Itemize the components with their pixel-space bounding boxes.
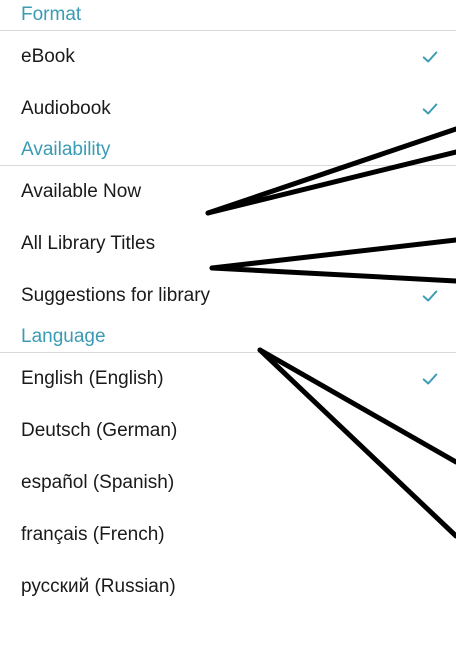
checkmark-icon (420, 99, 440, 119)
filter-row-audiobook[interactable]: Audiobook (0, 83, 456, 135)
filter-label: eBook (21, 46, 75, 67)
filter-row-english[interactable]: English (English) (0, 353, 456, 405)
filter-row-all-library-titles[interactable]: All Library Titles (0, 218, 456, 270)
section-header-availability: Availability (21, 139, 111, 160)
filter-label: русский (Russian) (21, 576, 176, 597)
filter-row-available-now[interactable]: Available Now (0, 166, 456, 218)
filter-row-spanish[interactable]: español (Spanish) (0, 457, 456, 509)
filter-label: Suggestions for library (21, 285, 211, 306)
filter-label: Available Now (21, 181, 142, 202)
checkmark-icon (420, 286, 440, 306)
filter-row-french[interactable]: français (French) (0, 509, 456, 561)
checkmark-icon (420, 47, 440, 67)
filter-label: français (French) (21, 524, 165, 545)
filter-row-ebook[interactable]: eBook (0, 31, 456, 83)
section-header-language: Language (21, 326, 106, 347)
filter-row-russian[interactable]: русский (Russian) (0, 561, 456, 613)
filter-label: español (Spanish) (21, 472, 175, 493)
filter-row-suggestions-for-library[interactable]: Suggestions for library (0, 270, 456, 322)
filter-label: Deutsch (German) (21, 420, 178, 441)
filter-label: Audiobook (21, 98, 111, 119)
filter-row-german[interactable]: Deutsch (German) (0, 405, 456, 457)
checkmark-icon (420, 369, 440, 389)
filter-label: All Library Titles (21, 233, 156, 254)
section-header-format: Format (21, 4, 82, 25)
filter-label: English (English) (21, 368, 164, 389)
